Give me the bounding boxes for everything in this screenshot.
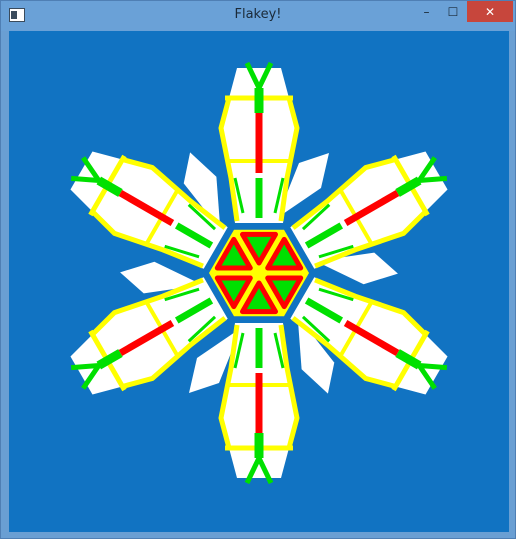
maximize-icon: ☐ [447,4,459,19]
app-window: Flakey! – ☐ ✕ [0,0,516,539]
snowflake-canvas [70,61,448,485]
snowflake-center [209,229,309,317]
minimize-icon: – [423,4,430,19]
minimize-button[interactable]: – [413,1,440,22]
close-button[interactable]: ✕ [467,1,513,22]
snowflake [70,61,448,485]
drawing-canvas [9,31,509,532]
close-icon: ✕ [484,4,496,19]
title-bar[interactable]: Flakey! – ☐ ✕ [1,1,515,31]
snowflake-arm [218,61,329,223]
maximize-button[interactable]: ☐ [440,1,466,22]
snowflake-arm [189,323,300,485]
